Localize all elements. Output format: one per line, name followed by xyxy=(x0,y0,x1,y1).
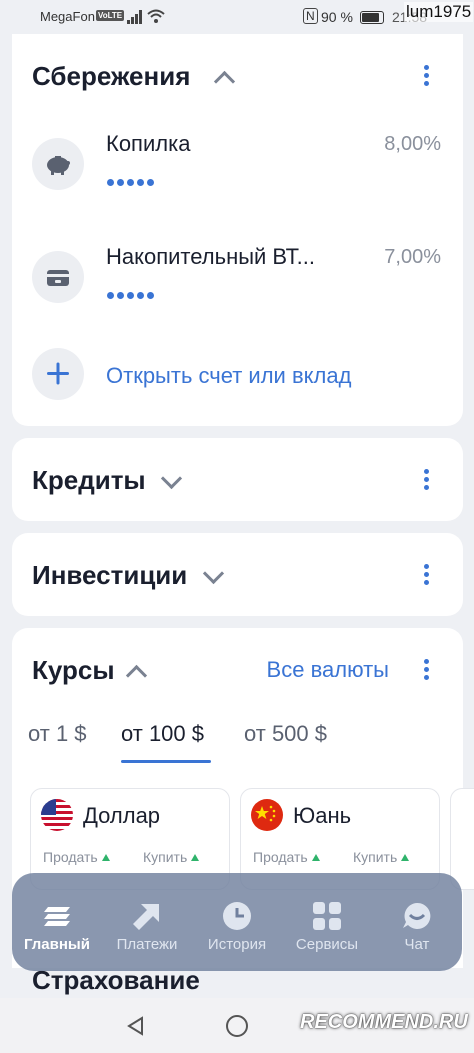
more-icon[interactable] xyxy=(424,564,430,586)
masked-balance xyxy=(107,177,157,189)
home-stack-icon xyxy=(44,907,70,926)
clock-icon xyxy=(223,902,251,930)
more-icon[interactable] xyxy=(424,469,430,491)
battery-percent: 90 % xyxy=(321,9,353,25)
more-icon[interactable] xyxy=(424,65,430,87)
sell-label: Продать xyxy=(253,849,320,865)
open-account-label: Открыть счет или вклад xyxy=(106,363,352,388)
up-arrow-icon xyxy=(311,854,320,861)
battery-icon xyxy=(360,11,384,24)
investments-card[interactable]: Инвестиции xyxy=(12,533,463,616)
status-bar: MegaFon VoLTE N 90 % 21:58 xyxy=(0,0,474,34)
chevron-up-icon[interactable] xyxy=(213,70,236,93)
nav-home[interactable]: Главный xyxy=(12,873,102,971)
nav-label: Главный xyxy=(24,936,90,953)
wifi-icon xyxy=(147,9,165,23)
watermark-username: lum1975 xyxy=(404,2,474,22)
tab-from-100[interactable]: от 100 $ xyxy=(121,721,204,747)
savings-card: Сбережения Копилка 8,00% Накопительный В… xyxy=(12,34,463,426)
arrow-up-right-icon xyxy=(133,904,159,930)
chevron-up-icon[interactable] xyxy=(125,664,148,687)
volte-badge: VoLTE xyxy=(96,10,125,21)
nav-label: Платежи xyxy=(116,936,178,953)
masked-balance xyxy=(107,290,157,302)
cn-flag-icon xyxy=(251,799,283,831)
currency-name: Доллар xyxy=(83,803,161,828)
chevron-down-icon[interactable] xyxy=(160,467,183,490)
nav-label: История xyxy=(207,936,267,953)
credits-card[interactable]: Кредиты xyxy=(12,438,463,521)
rates-title[interactable]: Курсы xyxy=(32,655,115,686)
nav-history[interactable]: История xyxy=(192,873,282,971)
bottom-navigation: Главный Платежи История Сервисы Чат xyxy=(12,873,462,971)
nav-payments[interactable]: Платежи xyxy=(102,873,192,971)
buy-label: Купить xyxy=(353,849,410,865)
more-icon[interactable] xyxy=(424,659,430,681)
nfc-icon: N xyxy=(303,8,318,24)
up-arrow-icon xyxy=(191,854,200,861)
back-icon[interactable] xyxy=(126,1016,146,1036)
account-name: Копилка xyxy=(106,131,191,156)
all-currencies-link[interactable]: Все валюты xyxy=(267,657,389,683)
nav-chat[interactable]: Чат xyxy=(372,873,462,971)
savings-title[interactable]: Сбережения xyxy=(32,61,190,92)
up-arrow-icon xyxy=(401,854,410,861)
investments-title: Инвестиции xyxy=(32,560,188,590)
sell-label: Продать xyxy=(43,849,110,865)
account-name: Накопительный ВТ... xyxy=(106,244,315,269)
plus-icon xyxy=(32,348,84,400)
tab-from-1[interactable]: от 1 $ xyxy=(28,721,87,747)
chevron-down-icon[interactable] xyxy=(202,562,225,585)
nav-label: Чат xyxy=(404,936,430,953)
chat-icon xyxy=(403,902,431,929)
carrier-name: MegaFon xyxy=(40,9,95,24)
account-rate: 7,00% xyxy=(384,246,441,268)
account-rate: 8,00% xyxy=(384,133,441,155)
currency-name: Юань xyxy=(293,803,352,828)
watermark-site: RECOMMEND.RU xyxy=(300,1011,468,1033)
buy-label: Купить xyxy=(143,849,200,865)
tab-from-500[interactable]: от 500 $ xyxy=(244,721,327,747)
grid-icon xyxy=(313,902,341,930)
piggy-bank-icon xyxy=(32,138,84,190)
active-tab-indicator xyxy=(121,760,211,763)
credits-title: Кредиты xyxy=(32,465,146,495)
nav-services[interactable]: Сервисы xyxy=(282,873,372,971)
wallet-icon xyxy=(32,251,84,303)
us-flag-icon xyxy=(41,799,73,831)
signal-icon xyxy=(127,10,142,24)
nav-label: Сервисы xyxy=(295,936,359,953)
home-icon[interactable] xyxy=(226,1015,248,1037)
up-arrow-icon xyxy=(101,854,110,861)
